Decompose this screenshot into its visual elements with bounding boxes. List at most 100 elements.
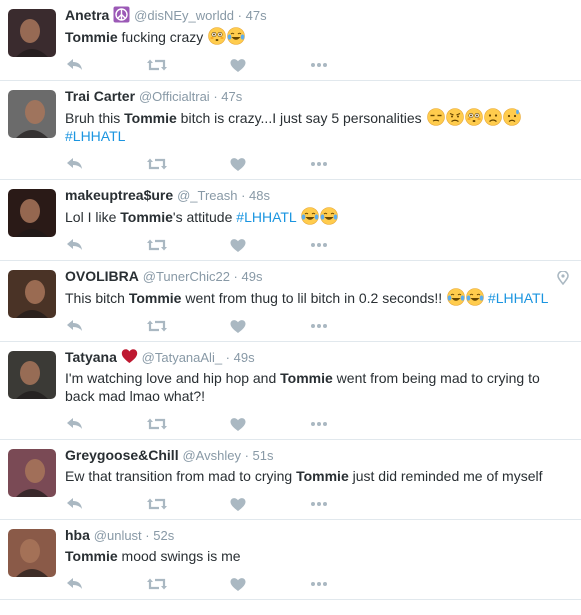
reply-icon	[67, 239, 82, 250]
retweet-button[interactable]	[146, 236, 227, 254]
retweet-button[interactable]	[146, 415, 227, 433]
tweet-actions	[65, 569, 569, 599]
reply-button[interactable]	[65, 495, 146, 513]
tweet[interactable]: hba @unlust · 52s Tommie mood swings is m…	[0, 520, 581, 600]
tweet[interactable]: Anetra @disNEy_worldd · 47s Tommie fuckin…	[0, 0, 581, 81]
author-screen-name[interactable]: @Avshley	[182, 448, 240, 463]
reply-button[interactable]	[65, 56, 146, 74]
like-button[interactable]	[227, 415, 308, 433]
tweet-text-segment: bitch is crazy...I just say 5 personalit…	[176, 110, 426, 126]
author-fullname[interactable]: Anetra	[65, 7, 109, 23]
retweet-button[interactable]	[146, 155, 227, 173]
highlighted-term: Tommie	[65, 29, 118, 45]
like-button[interactable]	[227, 495, 308, 513]
more-button[interactable]	[308, 317, 389, 335]
highlighted-term: Tommie	[120, 209, 173, 225]
tweet[interactable]: OVOLIBRA @TunerChic22 · 49s This bitch To…	[0, 261, 581, 342]
retweet-icon	[147, 578, 167, 590]
hashtag-link[interactable]: #LHHATL	[236, 209, 296, 225]
author-screen-name[interactable]: @_Treash	[177, 188, 237, 203]
retweet-button[interactable]	[146, 495, 227, 513]
avatar[interactable]	[8, 90, 56, 138]
tweet-timestamp[interactable]: 48s	[249, 188, 270, 203]
like-icon	[230, 578, 246, 591]
like-button[interactable]	[227, 155, 308, 173]
reply-button[interactable]	[65, 575, 146, 593]
author-screen-name[interactable]: @TatyanaAli_	[142, 350, 222, 365]
avatar[interactable]	[8, 9, 56, 57]
author-screen-name[interactable]: @disNEy_worldd	[134, 8, 234, 23]
location-pin-icon[interactable]	[557, 271, 569, 285]
separator-dot: ·	[229, 269, 242, 284]
separator-dot: ·	[234, 8, 246, 23]
author-screen-name[interactable]: @TunerChic22	[143, 269, 230, 284]
tweet-text-segment: fucking crazy	[117, 29, 208, 45]
tweet-text: This bitch Tommie went from thug to lil …	[65, 288, 569, 307]
avatar[interactable]	[8, 529, 56, 577]
tweet-feed: Anetra @disNEy_worldd · 47s Tommie fuckin…	[0, 0, 581, 600]
more-button[interactable]	[308, 56, 389, 74]
like-button[interactable]	[227, 236, 308, 254]
hashtag-link[interactable]: #LHHATL	[65, 128, 125, 144]
tweet[interactable]: Tatyana @TatyanaAli_ · 49s I'm watching l…	[0, 342, 581, 440]
reply-button[interactable]	[65, 155, 146, 173]
tweet-actions	[65, 149, 569, 179]
more-icon	[311, 502, 327, 506]
angry-face-icon	[445, 108, 464, 126]
tweet[interactable]: makeuptrea$ure @_Treash · 48s Lol I like …	[0, 180, 581, 261]
retweet-button[interactable]	[146, 575, 227, 593]
tears-of-joy-icon	[320, 207, 338, 225]
tweet-timestamp[interactable]: 47s	[221, 89, 242, 104]
author-fullname[interactable]: Tatyana	[65, 349, 117, 365]
tears-of-joy-icon	[227, 27, 245, 45]
avatar[interactable]	[8, 270, 56, 318]
author-fullname[interactable]: makeuptrea$ure	[65, 187, 173, 203]
author-screen-name[interactable]: @unlust	[94, 528, 142, 543]
reply-button[interactable]	[65, 317, 146, 335]
author-fullname[interactable]: OVOLIBRA	[65, 268, 139, 284]
reply-button[interactable]	[65, 415, 146, 433]
unamused-face-icon	[426, 108, 445, 126]
highlighted-term: Tommie	[124, 110, 177, 126]
tweet-timestamp[interactable]: 49s	[241, 269, 262, 284]
tweet-timestamp[interactable]: 52s	[153, 528, 174, 543]
more-button[interactable]	[308, 236, 389, 254]
separator-dot: ·	[141, 528, 154, 543]
author-fullname[interactable]: Greygoose&Chill	[65, 447, 179, 463]
tweet-text: Lol I like Tommie's attitude #LHHATL	[65, 207, 569, 226]
hashtag-link[interactable]: #LHHATL	[488, 290, 548, 306]
retweet-button[interactable]	[146, 317, 227, 335]
author-screen-name[interactable]: @Officialtrai	[139, 89, 210, 104]
retweet-icon	[147, 498, 167, 510]
tweet-timestamp[interactable]: 47s	[246, 8, 267, 23]
more-button[interactable]	[308, 495, 389, 513]
avatar[interactable]	[8, 351, 56, 399]
flushed-face-icon	[464, 108, 483, 126]
peace-symbol-icon	[113, 6, 130, 23]
like-button[interactable]	[227, 575, 308, 593]
tweet-text-segment: This bitch	[65, 290, 129, 306]
avatar[interactable]	[8, 189, 56, 237]
tweet-timestamp[interactable]: 49s	[234, 350, 255, 365]
tweet[interactable]: Trai Carter @Officialtrai · 47s Bruh this…	[0, 81, 581, 180]
more-button[interactable]	[308, 415, 389, 433]
tears-of-joy-icon	[447, 288, 465, 306]
avatar[interactable]	[8, 449, 56, 497]
separator-dot: ·	[240, 448, 253, 463]
more-button[interactable]	[308, 575, 389, 593]
tweet[interactable]: Greygoose&Chill @Avshley · 51s Ew that tr…	[0, 440, 581, 520]
more-icon	[311, 582, 327, 586]
tweet-text-segment: just did reminded me of myself	[348, 468, 543, 484]
retweet-button[interactable]	[146, 56, 227, 74]
tweet-actions	[65, 409, 569, 439]
author-fullname[interactable]: Trai Carter	[65, 88, 135, 104]
like-button[interactable]	[227, 317, 308, 335]
tweet-text-segment: Ew that transition from mad to crying	[65, 468, 297, 484]
like-icon	[230, 59, 246, 72]
author-fullname[interactable]: hba	[65, 527, 90, 543]
like-button[interactable]	[227, 56, 308, 74]
like-icon	[230, 320, 246, 333]
reply-button[interactable]	[65, 236, 146, 254]
more-button[interactable]	[308, 155, 389, 173]
tweet-timestamp[interactable]: 51s	[253, 448, 274, 463]
